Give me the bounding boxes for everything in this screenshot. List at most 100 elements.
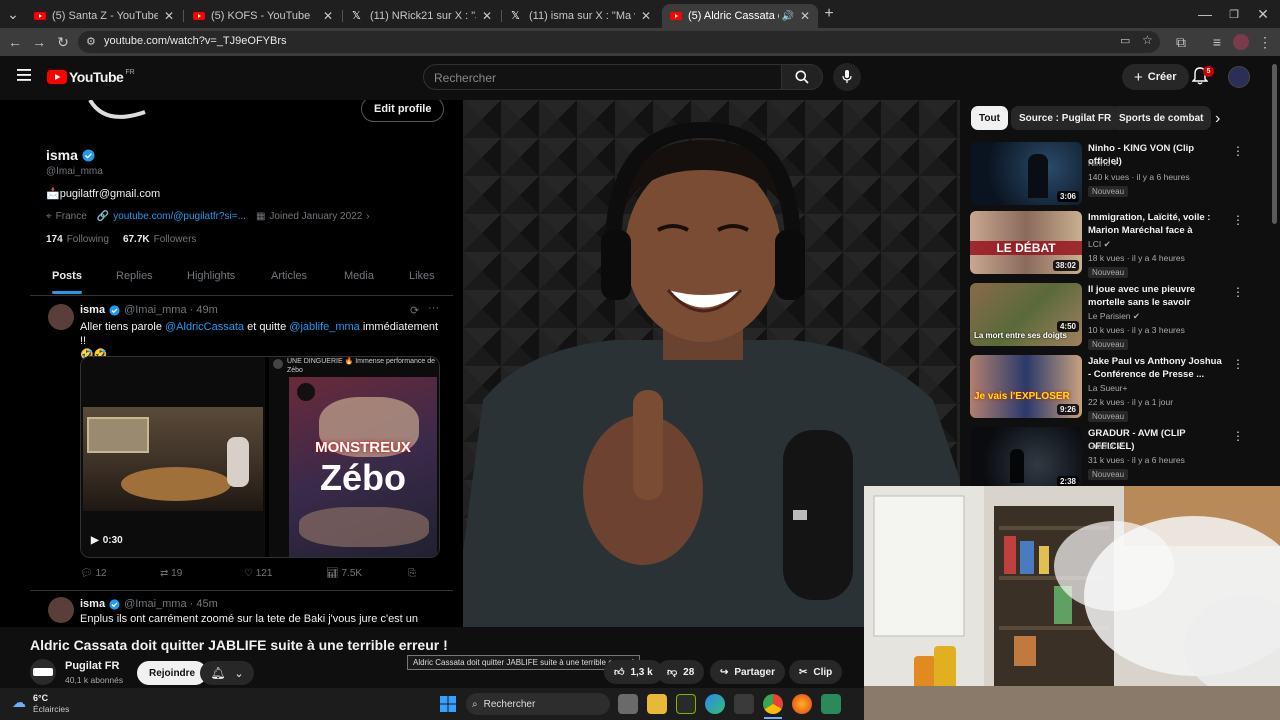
profile-avatar[interactable] xyxy=(1233,34,1249,50)
speaker-icon[interactable]: 🔊 xyxy=(781,11,793,22)
avatar[interactable] xyxy=(48,597,74,623)
reading-list-icon[interactable]: ≡ xyxy=(1208,33,1226,51)
tab-likes[interactable]: Likes xyxy=(409,270,435,282)
related-video-item[interactable]: 2:38 GRADUR - AVM (CLIP OFFICIEL) Gradur… xyxy=(970,427,1244,493)
related-video-item[interactable]: Je vais l'EXPLOSER 9:26 Jake Paul vs Ant… xyxy=(970,355,1244,422)
browser-tab[interactable]: (5) KOFS - YouTube ✕ xyxy=(185,4,341,28)
video-thumbnail[interactable]: ▶ 0:30 xyxy=(81,357,265,557)
cast-icon[interactable]: ▭ xyxy=(1120,34,1130,47)
extensions-icon[interactable]: ⧉ xyxy=(1172,33,1190,51)
browser-tab[interactable]: 𝕏 (11) NRick21 sur X : "Je trouve ç ✕ xyxy=(344,4,500,28)
back-arrow-icon[interactable]: ← xyxy=(6,33,24,51)
tab-search-chevron-icon[interactable]: ⌄ xyxy=(4,5,22,23)
tab-media[interactable]: Media xyxy=(344,270,374,282)
search-button[interactable] xyxy=(781,64,823,90)
chip-all[interactable]: Tout xyxy=(971,106,1008,130)
hamburger-menu-icon[interactable] xyxy=(17,69,31,81)
app-icon[interactable] xyxy=(821,694,841,714)
browser-tab[interactable]: 𝕏 (11) isma sur X : "Ma vidéo rép ✕ xyxy=(503,4,659,28)
new-tab-plus-icon[interactable]: + xyxy=(820,5,838,23)
play-icon[interactable]: ▶ xyxy=(91,535,99,546)
video-player[interactable]: Edit profile isma @Imai_mma 📩pugilatfr@g… xyxy=(0,100,960,627)
subscription-bell-button[interactable]: 🔔︎ ⌄ xyxy=(200,661,254,685)
youtube-logo[interactable]: YouTube FR xyxy=(47,69,135,85)
reply-button[interactable]: 💬︎ 12 xyxy=(80,568,107,579)
forward-arrow-icon[interactable]: → xyxy=(30,33,48,51)
restore-icon[interactable]: ❐ xyxy=(1225,5,1243,23)
weather-cloud-icon[interactable]: ☁ xyxy=(12,694,26,711)
followers-count[interactable]: 67.7K xyxy=(123,234,150,245)
mention-link[interactable]: @jablife_mma xyxy=(289,321,359,333)
related-video-item[interactable]: 3:06 Ninho - KING VON (Clip officiel) Ni… xyxy=(970,142,1244,208)
video-thumbnail[interactable]: La mort entre ses doigts 4:50 xyxy=(970,283,1082,346)
browser-tab[interactable]: (5) Santa Z - YouTube ✕ xyxy=(26,4,182,28)
more-options-icon[interactable]: ⋮ xyxy=(1232,429,1244,443)
avatar[interactable] xyxy=(48,304,74,330)
browser-menu-icon[interactable]: ⋮ xyxy=(1256,33,1274,51)
store-icon[interactable] xyxy=(734,694,754,714)
voice-search-button[interactable] xyxy=(833,63,861,91)
more-options-icon[interactable]: ⋮ xyxy=(1232,285,1244,299)
channel-name[interactable]: Pugilat FR xyxy=(65,660,119,672)
tab-articles[interactable]: Articles xyxy=(271,270,307,282)
bookmark-icon[interactable]: ⎘ xyxy=(408,568,416,579)
views-count[interactable]: 📊︎ 7.5K xyxy=(326,568,362,579)
task-view-icon[interactable] xyxy=(618,694,638,714)
address-bar[interactable]: ⚙ youtube.com/watch?v=_TJ9eOFYBrs ▭ ☆ xyxy=(78,31,1160,53)
tab-posts[interactable]: Posts xyxy=(52,270,82,282)
post-media[interactable]: ▶ 0:30 UNE DINGUERIE 🔥 Immense performan… xyxy=(80,356,440,558)
more-options-icon[interactable]: ⋮ xyxy=(1232,357,1244,371)
related-video-item[interactable]: La mort entre ses doigts 4:50 Il joue av… xyxy=(970,283,1244,350)
chrome-icon[interactable] xyxy=(763,694,783,714)
chip-combat-sports[interactable]: Sports de combat xyxy=(1111,106,1212,130)
mention-link[interactable]: @AldricCassata xyxy=(165,321,244,333)
file-explorer-icon[interactable] xyxy=(647,694,667,714)
dislike-button[interactable]: 👎︎ 28 xyxy=(657,660,705,684)
create-button[interactable]: + Créer xyxy=(1122,64,1189,90)
chevron-right-icon[interactable]: › xyxy=(1215,110,1220,128)
bookmark-star-icon[interactable]: ☆ xyxy=(1142,33,1153,47)
edit-profile-button[interactable]: Edit profile xyxy=(361,100,445,122)
windows-start-icon[interactable] xyxy=(440,696,456,712)
close-tab-icon[interactable]: ✕ xyxy=(800,9,810,23)
chip-source[interactable]: Source : Pugilat FR xyxy=(1011,106,1120,130)
close-tab-icon[interactable]: ✕ xyxy=(323,9,333,23)
clip-button[interactable]: ✂ Clip xyxy=(789,660,843,684)
close-tab-icon[interactable]: ✕ xyxy=(164,9,174,23)
minimize-icon[interactable]: — xyxy=(1196,5,1214,23)
close-tab-icon[interactable]: ✕ xyxy=(482,9,492,23)
close-window-icon[interactable]: ✕ xyxy=(1254,5,1272,23)
following-count[interactable]: 174 xyxy=(46,234,63,245)
weather-condition[interactable]: Éclaircies xyxy=(33,704,69,714)
repost-button[interactable]: ⇄ 19 xyxy=(160,568,182,579)
video-thumbnail[interactable]: 3:06 xyxy=(970,142,1082,205)
scrollbar-thumb[interactable] xyxy=(1272,64,1277,224)
tab-highlights[interactable]: Highlights xyxy=(187,270,235,282)
reload-icon[interactable]: ↻ xyxy=(54,33,72,51)
video-thumbnail[interactable]: Je vais l'EXPLOSER 9:26 xyxy=(970,355,1082,418)
account-avatar[interactable] xyxy=(1228,66,1250,88)
more-options-icon[interactable]: ⋮ xyxy=(1232,213,1244,227)
share-button[interactable]: ↪ Partager xyxy=(710,660,785,684)
search-input[interactable]: Rechercher xyxy=(423,64,783,90)
nvidia-icon[interactable] xyxy=(676,694,696,714)
video-thumbnail[interactable]: LE DÉBAT 38:02 xyxy=(970,211,1082,274)
grok-icon[interactable]: ⟳ xyxy=(410,304,419,317)
weather-temperature[interactable]: 6°C xyxy=(33,693,48,703)
more-options-icon[interactable]: ··· xyxy=(428,302,439,314)
join-button[interactable]: Rejoindre xyxy=(137,661,208,685)
close-tab-icon[interactable]: ✕ xyxy=(641,9,651,23)
edge-icon[interactable] xyxy=(705,694,725,714)
tab-replies[interactable]: Replies xyxy=(116,270,153,282)
channel-avatar[interactable] xyxy=(30,659,56,685)
firefox-icon[interactable] xyxy=(792,694,812,714)
more-options-icon[interactable]: ⋮ xyxy=(1232,144,1244,158)
related-video-item[interactable]: LE DÉBAT 38:02 Immigration, Laïcité, voi… xyxy=(970,211,1244,278)
taskbar-search[interactable]: ⌕ Rechercher xyxy=(466,693,610,715)
like-button[interactable]: 👍︎ 1,3 k xyxy=(604,660,663,684)
like-button[interactable]: ♡ 121 xyxy=(244,568,272,579)
browser-tab-active[interactable]: (5) Aldric Cassata doit quitt 🔊 ✕ xyxy=(662,4,818,28)
site-info-icon[interactable]: ⚙ xyxy=(86,35,96,48)
quote-post[interactable]: UNE DINGUERIE 🔥 Immense performance de Z… xyxy=(269,357,439,557)
profile-link[interactable]: youtube.com/@pugilatfr?si=... xyxy=(113,211,246,222)
